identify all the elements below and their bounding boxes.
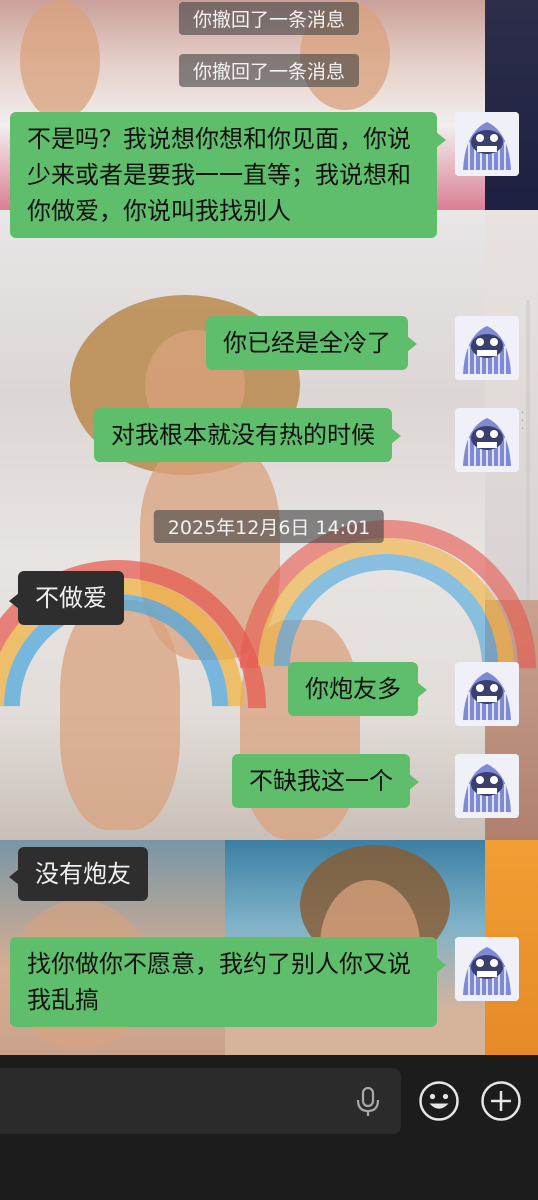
scroll-handle[interactable]: · · · (521, 409, 524, 435)
message-input[interactable] (0, 1068, 401, 1134)
scrollbar[interactable] (526, 300, 530, 600)
microphone-icon[interactable] (353, 1086, 383, 1122)
my-avatar[interactable] (455, 937, 519, 1001)
message-input-bar (0, 1055, 538, 1200)
my-message-bubble[interactable]: 不缺我这一个 (232, 754, 419, 808)
my-avatar[interactable] (455, 316, 519, 380)
their-message-bubble[interactable]: 没有炮友 (9, 847, 148, 901)
my-avatar[interactable] (455, 112, 519, 176)
recalled-message-notice: 你撤回了一条消息 (178, 54, 360, 87)
their-message-bubble[interactable]: 不做爱 (9, 571, 124, 625)
my-avatar[interactable] (455, 408, 519, 472)
my-avatar[interactable] (455, 662, 519, 726)
emoji-icon[interactable] (418, 1080, 460, 1126)
my-message-bubble[interactable]: 找你做你不愿意，我约了别人你又说我乱搞 (10, 937, 446, 1027)
my-message-bubble[interactable]: 不是吗？我说想你想和你见面，你说少来或者是要我一一直等；我说想和你做爱，你说叫我… (10, 112, 446, 238)
recalled-message-notice: 你撤回了一条消息 (178, 2, 360, 35)
my-message-bubble[interactable]: 对我根本就没有热的时候 (94, 408, 401, 462)
my-message-bubble[interactable]: 你已经是全冷了 (206, 316, 417, 370)
chat-timestamp: 2025年12月6日 14:01 (153, 510, 385, 543)
add-icon[interactable] (480, 1080, 522, 1126)
my-avatar[interactable] (455, 754, 519, 818)
my-message-bubble[interactable]: 你炮友多 (288, 662, 427, 716)
